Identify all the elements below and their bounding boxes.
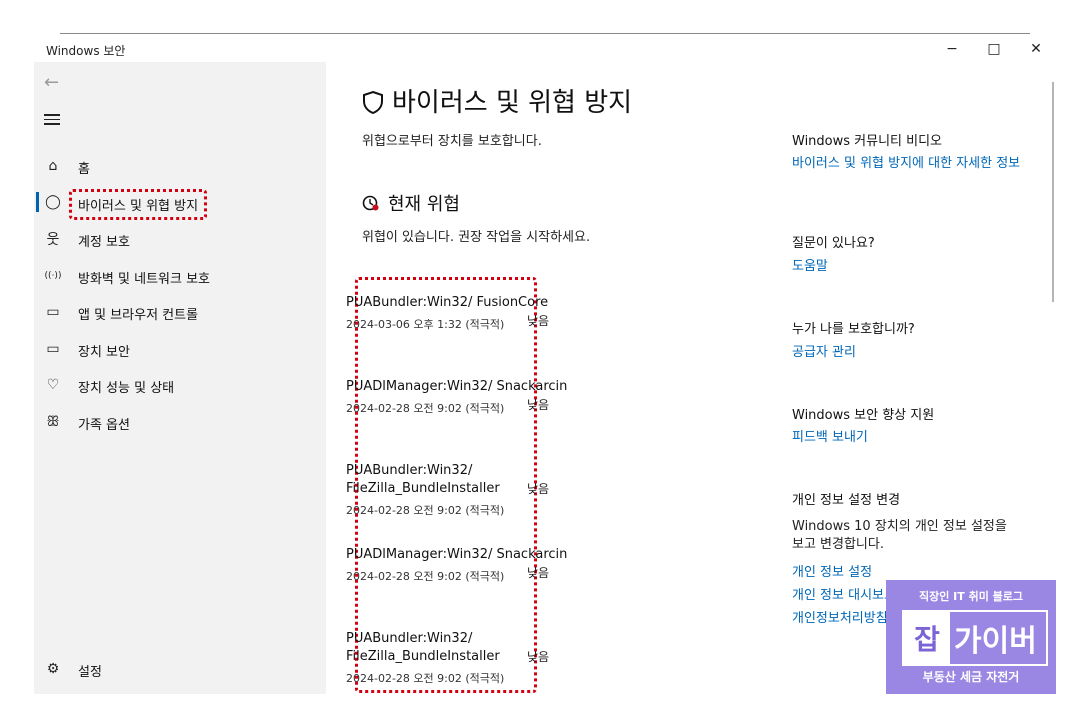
page-subtitle: 위협으로부터 장치를 보호합니다. <box>362 134 542 149</box>
threat-item[interactable]: PUABundler:Win32/ FileZilla_BundleInstal… <box>346 630 586 686</box>
title-bar: Windows 보안 − □ ✕ <box>34 34 1056 62</box>
sidebar-item-label: 방화벽 및 네트워크 보호 <box>78 272 210 287</box>
sidebar-item-label: 설정 <box>78 665 102 680</box>
gear-icon: ⚙ <box>46 661 60 677</box>
virus-protection-info-link[interactable]: 바이러스 및 위협 방지에 대한 자세한 정보 <box>792 155 1022 173</box>
page-title: 바이러스 및 위협 방지 <box>362 82 632 119</box>
active-indicator <box>36 192 39 212</box>
sidebar-item-label: 앱 및 브라우저 컨트롤 <box>78 308 199 323</box>
threat-severity: 낮음 <box>527 398 550 412</box>
question-heading: 질문이 있나요? <box>792 236 875 251</box>
sidebar-item-label: 계정 보호 <box>78 235 130 250</box>
sidebar-item-label: 가족 옵션 <box>78 418 130 433</box>
community-video-heading: Windows 커뮤니티 비디오 <box>792 134 943 149</box>
threat-name: PUABundler:Win32/ FileZilla_BundleInstal… <box>346 463 500 496</box>
privacy-dashboard-link[interactable]: 개인 정보 대시보드 <box>792 587 896 605</box>
threat-severity: 낮음 <box>527 482 550 496</box>
window-title: Windows 보안 <box>46 44 126 58</box>
sidebar: ← ⌂ 홈 ◯ 바이러스 및 위협 방지 웃 계정 보호 ((·)) 방화벽 및… <box>34 62 326 694</box>
shield-icon: ◯ <box>45 194 61 210</box>
watermark-top-text: 직장인 IT 취미 블로그 <box>918 590 1024 603</box>
manage-providers-link[interactable]: 공급자 관리 <box>792 344 856 362</box>
threat-date: 2024-02-28 오전 9:02 (적극적) <box>346 672 505 685</box>
who-protects-heading: 누가 나를 보호합니까? <box>792 322 915 337</box>
sidebar-item-device-health[interactable]: ♡ 장치 성능 및 상태 <box>34 368 326 402</box>
sidebar-item-label: 바이러스 및 위협 방지 <box>69 189 208 220</box>
scrollbar[interactable] <box>1052 82 1054 302</box>
threat-clock-icon <box>362 195 379 211</box>
threat-name: PUADlManager:Win32/ Snackarcin <box>346 379 568 394</box>
section-title: 현재 위협 <box>362 190 460 216</box>
privacy-heading: 개인 정보 설정 변경 <box>792 493 901 508</box>
back-arrow-icon[interactable]: ← <box>44 72 59 93</box>
improve-heading: Windows 보안 향상 지원 <box>792 408 935 423</box>
threat-name: PUABundler:Win32/ FusionCore <box>346 295 549 310</box>
close-button[interactable]: ✕ <box>1016 37 1056 61</box>
sidebar-item-firewall[interactable]: ((·)) 방화벽 및 네트워크 보호 <box>34 259 326 293</box>
threat-item[interactable]: PUADlManager:Win32/ Snackarcin 2024-02-2… <box>346 378 586 416</box>
window-icon: ▭ <box>46 304 60 320</box>
heart-icon: ♡ <box>46 377 60 393</box>
watermark-bottom-text: 부동산 세금 자전거 <box>922 670 1020 684</box>
watermark-mark: 잡 <box>904 612 950 664</box>
section-title-text: 현재 위협 <box>388 194 460 215</box>
privacy-description: Windows 10 장치의 개인 정보 설정을 보고 변경합니다. <box>792 519 1007 552</box>
sidebar-item-virus-protection[interactable]: ◯ 바이러스 및 위협 방지 <box>34 185 326 220</box>
maximize-button[interactable]: □ <box>974 37 1014 61</box>
sidebar-item-account-protection[interactable]: 웃 계정 보호 <box>34 222 326 256</box>
sidebar-item-device-security[interactable]: ▭ 장치 보안 <box>34 332 326 366</box>
sidebar-item-settings[interactable]: ⚙ 설정 <box>34 652 326 686</box>
hamburger-menu-icon[interactable] <box>44 114 60 128</box>
section-subtitle: 위협이 있습니다. 권장 작업을 시작하세요. <box>362 230 591 245</box>
sidebar-item-label: 장치 성능 및 상태 <box>78 381 175 396</box>
shield-icon <box>363 90 383 115</box>
minimize-button[interactable]: − <box>932 37 972 61</box>
send-feedback-link[interactable]: 피드백 보내기 <box>792 429 868 447</box>
threat-severity: 낮음 <box>527 566 550 580</box>
sidebar-item-label: 홈 <box>78 162 90 177</box>
threat-severity: 낮음 <box>527 650 550 664</box>
home-icon: ⌂ <box>48 158 58 174</box>
sidebar-item-family-options[interactable]: ꕥ 가족 옵션 <box>34 405 326 439</box>
page-title-text: 바이러스 및 위협 방지 <box>392 88 633 118</box>
watermark-logo: 직장인 IT 취미 블로그 잡 가이버 부동산 세금 자전거 <box>886 580 1056 694</box>
threat-date: 2024-02-28 오전 9:02 (적극적) <box>346 402 505 415</box>
help-link[interactable]: 도움말 <box>792 258 828 276</box>
sidebar-item-label: 장치 보안 <box>78 345 130 360</box>
sidebar-item-app-browser[interactable]: ▭ 앱 및 브라우저 컨트롤 <box>34 295 326 329</box>
laptop-icon: ▭ <box>46 341 60 357</box>
watermark-brand: 가이버 <box>954 624 1037 659</box>
privacy-statement-link[interactable]: 개인정보처리방침 <box>792 610 888 628</box>
threat-date: 2024-02-28 오전 9:02 (적극적) <box>346 504 505 517</box>
threat-item[interactable]: PUADlManager:Win32/ Snackarcin 2024-02-2… <box>346 546 586 584</box>
threat-date: 2024-02-28 오전 9:02 (적극적) <box>346 570 505 583</box>
wireless-icon: ((·)) <box>44 271 62 281</box>
privacy-settings-link[interactable]: 개인 정보 설정 <box>792 564 872 582</box>
threat-severity: 낮음 <box>527 314 550 328</box>
threat-name: PUABundler:Win32/ FileZilla_BundleInstal… <box>346 631 500 664</box>
family-icon: ꕥ <box>46 414 60 430</box>
threat-item[interactable]: PUABundler:Win32/ FusionCore 2024-03-06 … <box>346 294 586 332</box>
watermark-box: 잡 가이버 <box>902 610 1048 666</box>
threat-item[interactable]: PUABundler:Win32/ FileZilla_BundleInstal… <box>346 462 586 518</box>
person-icon: 웃 <box>46 232 60 248</box>
threat-date: 2024-03-06 오후 1:32 (적극적) <box>346 318 505 331</box>
threat-name: PUADlManager:Win32/ Snackarcin <box>346 547 568 562</box>
sidebar-item-home[interactable]: ⌂ 홈 <box>34 149 326 183</box>
